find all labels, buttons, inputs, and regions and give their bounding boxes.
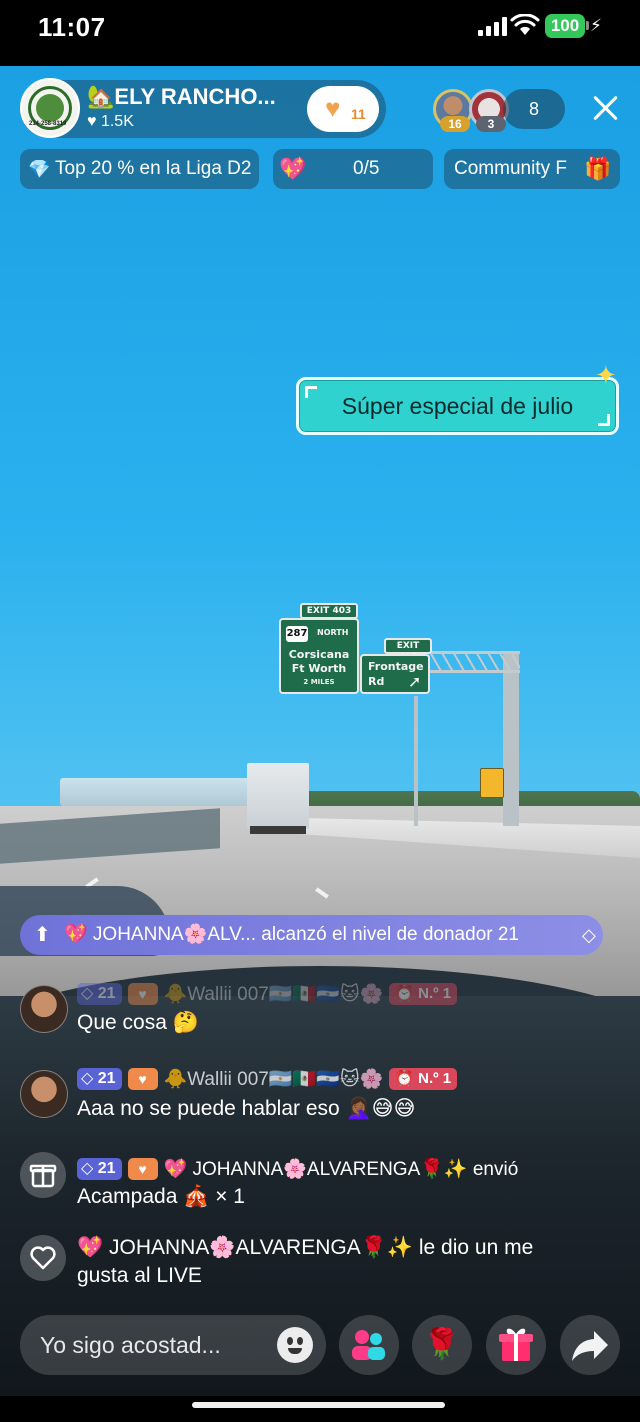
gift-message-text: 💖 JOHANNA🌸ALVARENGA🌹✨ envió <box>163 1159 519 1180</box>
frontage-line-2: Rd <box>368 675 385 688</box>
level-number: 21 <box>97 1160 116 1177</box>
diamond-icon: ◇ <box>582 925 596 945</box>
fan-badge: ♥ <box>127 1068 158 1090</box>
league-label: Top 20 % en la Liga D2 <box>55 158 252 179</box>
wifi-icon <box>510 14 540 35</box>
semi-truck <box>247 763 309 829</box>
multi-guest-icon <box>352 1330 385 1360</box>
gift-glyph <box>29 1164 57 1188</box>
share-arrow-icon <box>572 1331 608 1361</box>
level-badge: ◇ 21 <box>77 1068 122 1090</box>
battery-level: 100 <box>545 14 585 38</box>
comment-input[interactable] <box>40 1315 270 1375</box>
community-badge-icon: 🎁 <box>584 156 612 181</box>
level-number: 21 <box>97 985 116 1002</box>
battery-nub <box>586 21 589 30</box>
like-message-line-2: gusta al LIVE <box>77 1264 202 1287</box>
distant-city <box>60 778 260 806</box>
share-button[interactable] <box>560 1315 620 1375</box>
promo-sticker[interactable]: Súper especial de julio ✦ <box>296 360 619 435</box>
gift-message-line-1: ◇ 21 ♥ 💖 JOHANNA🌸ALVARENGA🌹✨ envió <box>77 1157 518 1181</box>
status-bar: 11:07 100 ⚡ <box>0 0 640 66</box>
cellular-signal-icon <box>478 16 507 36</box>
level-badge: ◇ 21 <box>77 1158 122 1180</box>
fan-badge: ♥ <box>127 1158 158 1180</box>
route-direction: NORTH <box>317 628 349 637</box>
heart-outline-glyph <box>30 1246 56 1270</box>
frontage-sign: Frontage Rd ➚ <box>360 654 430 694</box>
sparkle-icon: ✦ <box>595 360 617 390</box>
gift-message-text-2: Acampada 🎪 × 1 <box>77 1185 245 1208</box>
chat-message-header: ◇ 21 ♥ 🐥Wallii 007🇦🇷🇲🇽🇸🇻🐱🌸 ⏰ N.º 1 <box>77 982 458 1006</box>
fan-badge: ♥ <box>127 983 158 1005</box>
status-time: 11:07 <box>38 12 106 42</box>
community-chip[interactable]: Community F 🎁 <box>444 149 620 189</box>
level-badge: ◇ 21 <box>77 983 122 1005</box>
follow-count: 11 <box>351 106 366 122</box>
sign-pole <box>414 696 418 826</box>
emoji-icon[interactable] <box>277 1327 313 1363</box>
sign-pole <box>503 651 519 826</box>
sign-line-2: Ft Worth <box>291 662 347 675</box>
goal-chip[interactable]: 💖 0/5 <box>273 149 433 189</box>
exit-arrow-icon: ➚ <box>408 672 422 691</box>
emoji-mouth <box>288 1348 302 1354</box>
heart-icon <box>20 1235 66 1281</box>
gift-button[interactable] <box>486 1315 546 1375</box>
chat-message-text: Aaa no se puede hablar eso 🤦🏾‍♀️😅😅 <box>77 1097 416 1120</box>
live-stream-screen: 11:07 100 ⚡ EXIT 403 A 287 NORTH Cor <box>0 0 640 1422</box>
chat-user-avatar[interactable] <box>20 1070 68 1118</box>
rose-icon: 🌹 <box>423 1328 461 1361</box>
chat-username[interactable]: 🐥Wallii 007🇦🇷🇲🇽🇸🇻🐱🌸 <box>164 1067 384 1091</box>
truck-wheels <box>250 826 306 834</box>
close-icon[interactable] <box>588 90 624 126</box>
sign-line-1: Corsicana <box>288 648 350 661</box>
promo-label: Súper especial de julio <box>341 393 574 419</box>
like-message-line-1: 💖 JOHANNA🌸ALVARENGA🌹✨ le dio un me <box>77 1236 534 1259</box>
rank-badge: ⏰ N.º 1 <box>389 983 458 1005</box>
chat-username[interactable]: 🐥Wallii 007🇦🇷🇲🇽🇸🇻🐱🌸 <box>164 982 384 1006</box>
host-name[interactable]: 🏡ELY RANCHO... <box>87 84 276 110</box>
viewer-rank-badge: 3 <box>476 116 506 132</box>
avatar-phone-caption: 214-258-8319 <box>29 121 67 127</box>
chat-user-avatar[interactable] <box>20 985 68 1033</box>
rose-gift-button[interactable]: 🌹 <box>412 1315 472 1375</box>
up-arrow-icon: ⬆ <box>34 924 51 946</box>
heart-icon: ♥ <box>325 93 341 123</box>
banner-text: 💖 JOHANNA🌸ALV... alcanzó el nivel de don… <box>64 924 519 945</box>
yellow-road-sign <box>480 768 504 798</box>
diamond-icon: 💎 <box>28 159 51 179</box>
sign-gantry <box>430 651 520 673</box>
gift-box-icon <box>499 1328 533 1361</box>
corsicana-sign: 287 NORTH Corsicana Ft Worth 2 MILES <box>279 618 359 694</box>
host-likes: ♥ 1.5K <box>87 113 134 130</box>
community-label: Community F <box>454 158 567 179</box>
charging-bolt-icon: ⚡ <box>590 16 602 35</box>
top-viewer-avatar[interactable]: 16 <box>433 89 473 132</box>
host-avatar[interactable]: 214-258-8319 <box>20 78 80 138</box>
donor-level-banner[interactable]: ⬆ 💖 JOHANNA🌸ALV... alcanzó el nivel de d… <box>20 915 603 955</box>
avatar-logo-center <box>36 94 64 122</box>
gift-icon <box>20 1152 66 1198</box>
home-indicator[interactable] <box>192 1402 445 1408</box>
league-chip[interactable]: 💎 Top 20 % en la Liga D2 <box>20 149 259 189</box>
exit-403a-tab: EXIT 403 A <box>300 603 358 628</box>
route-shield: 287 <box>286 626 308 642</box>
follow-button[interactable]: ♥ 11 <box>307 86 379 132</box>
chat-message-header: ◇ 21 ♥ 🐥Wallii 007🇦🇷🇲🇽🇸🇻🐱🌸 ⏰ N.º 1 <box>77 1067 458 1091</box>
viewer-count[interactable]: 8 <box>503 89 565 129</box>
multi-guest-button[interactable] <box>339 1315 399 1375</box>
chat-message-text: Que cosa 🤔 <box>77 1011 199 1034</box>
exit-405-tab: EXIT 405 <box>384 638 432 663</box>
sign-line-3: 2 MILES <box>303 678 335 686</box>
goal-heart-avatar-icon: 💖 <box>279 156 307 181</box>
level-number: 21 <box>97 1070 116 1087</box>
goal-progress: 0/5 <box>353 158 380 179</box>
viewer-rank-badge: 16 <box>440 116 470 132</box>
rank-badge: ⏰ N.º 1 <box>389 1068 458 1090</box>
